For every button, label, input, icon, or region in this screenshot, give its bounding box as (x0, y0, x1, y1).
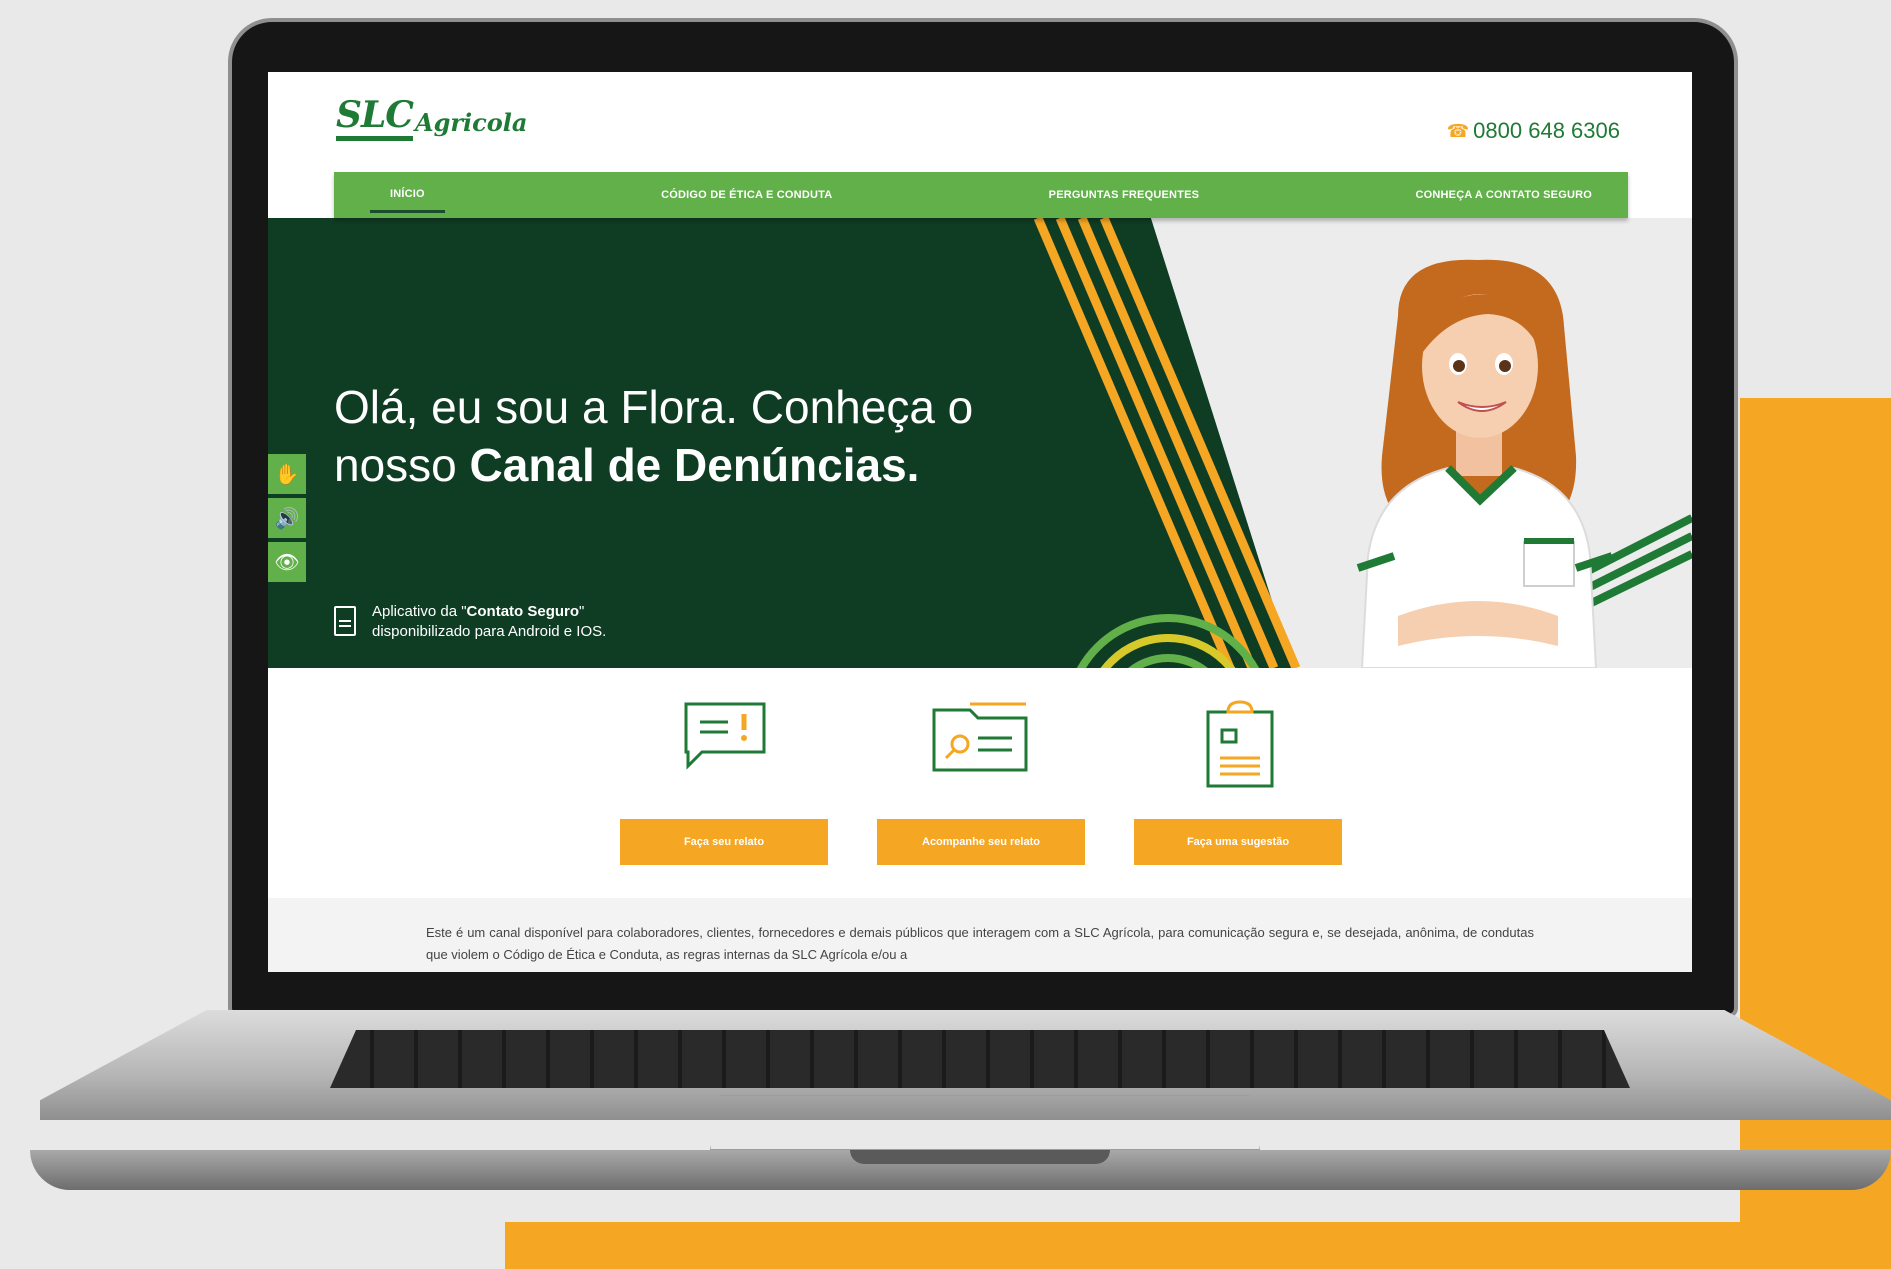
hero-banner: Olá, eu sou a Flora. Conheça o nosso Can… (268, 218, 1692, 668)
app-line2: disponibilizado para Android e IOS. (372, 623, 607, 640)
app-brand: Contato Seguro (466, 603, 580, 620)
hero-title-line2-plain: nosso (334, 439, 470, 491)
app-note[interactable]: Aplicativo da "Contato Seguro" disponibi… (334, 602, 606, 642)
clipboard-icon (1206, 700, 1274, 788)
laptop-trackpad (710, 1095, 1260, 1150)
hero-title-line1: Olá, eu sou a Flora. Conheça o (334, 381, 974, 433)
hero-title-line2-bold: Canal de Denúncias. (469, 439, 920, 491)
slc-agricola-logo[interactable]: SLC Agricola (336, 94, 527, 141)
logo-sub: Agricola (414, 108, 528, 137)
folder-search-icon (932, 702, 1028, 772)
nav-item-contato-seguro[interactable]: CONHEÇA A CONTATO SEGURO (1415, 189, 1592, 201)
nav-item-perguntas[interactable]: PERGUNTAS FREQUENTES (1049, 189, 1199, 201)
app-note-text: Aplicativo da "Contato Seguro" disponibi… (372, 602, 606, 642)
orange-decor-strip (505, 1222, 1891, 1269)
logo-brand: SLC (336, 94, 414, 141)
faca-uma-sugestao-button[interactable]: Faça uma sugestão (1134, 819, 1342, 865)
accessibility-toolbar: ✋ 🔊 👁 (268, 454, 306, 582)
acompanhe-seu-relato-button[interactable]: Acompanhe seu relato (877, 819, 1085, 865)
phone-number: 0800 648 6306 (1473, 118, 1620, 143)
faca-seu-relato-button[interactable]: Faça seu relato (620, 819, 828, 865)
hero-title: Olá, eu sou a Flora. Conheça o nosso Can… (334, 378, 973, 494)
actions-section: Faça seu relato Acompanhe seu relato Faç… (268, 668, 1692, 898)
nav-item-inicio[interactable]: INÍCIO (370, 188, 445, 213)
eye-contrast-icon[interactable]: 👁 (268, 542, 306, 582)
phone-contact[interactable]: ☎ 0800 648 6306 (1447, 118, 1620, 144)
app-suffix: " (579, 603, 585, 620)
app-prefix: Aplicativo da " (372, 603, 467, 620)
flora-avatar-illustration (1356, 259, 1614, 668)
report-message-icon (684, 702, 766, 770)
nav-item-codigo-etica[interactable]: CÓDIGO DE ÉTICA E CONDUTA (661, 189, 832, 201)
main-nav: INÍCIO CÓDIGO DE ÉTICA E CONDUTA PERGUNT… (334, 172, 1628, 218)
info-paragraph: Este é um canal disponível para colabora… (426, 925, 1534, 962)
orange-decor-block (1740, 398, 1891, 1269)
document-icon (334, 606, 356, 636)
info-section: Este é um canal disponível para colabora… (268, 898, 1692, 972)
audio-reader-icon[interactable]: 🔊 (268, 498, 306, 538)
phone-icon: ☎ (1446, 120, 1470, 141)
sign-language-icon[interactable]: ✋ (268, 454, 306, 494)
laptop-notch (850, 1150, 1110, 1164)
laptop-keyboard (330, 1030, 1630, 1088)
laptop-screen: SLC Agricola ☎ 0800 648 6306 INÍCIO CÓDI… (268, 72, 1692, 972)
